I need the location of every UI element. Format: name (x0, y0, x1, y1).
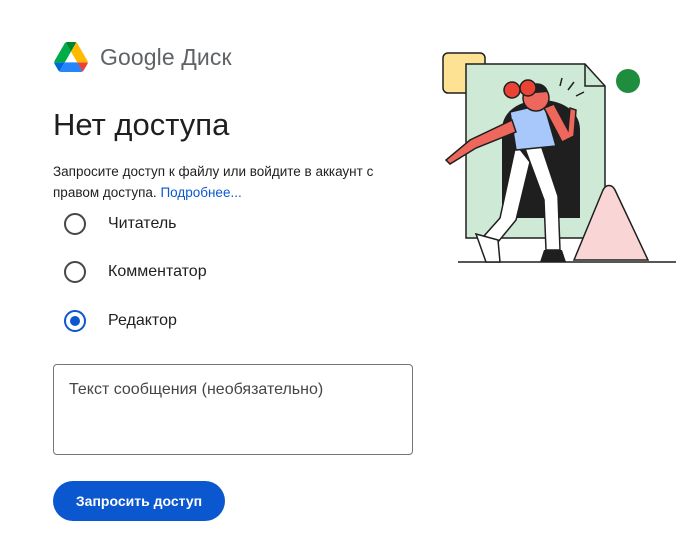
role-label-reader[interactable]: Читатель (108, 215, 176, 233)
role-label-editor[interactable]: Редактор (108, 312, 177, 330)
role-option-reader[interactable]: Читатель (64, 211, 176, 237)
person-walking-through-document-illustration (442, 52, 676, 263)
radio-commenter[interactable] (64, 261, 86, 283)
learn-more-link[interactable]: Подробнее... (160, 185, 241, 200)
description: Запросите доступ к файлу или войдите в а… (53, 161, 398, 203)
role-label-commenter[interactable]: Комментатор (108, 263, 207, 281)
brand-header: Google Диск (54, 40, 232, 74)
brand-name: Google Диск (100, 43, 232, 70)
radio-reader[interactable] (64, 213, 86, 235)
google-drive-icon (54, 42, 88, 72)
role-option-editor[interactable]: Редактор (64, 308, 177, 334)
role-option-commenter[interactable]: Комментатор (64, 259, 207, 285)
radio-editor[interactable] (64, 310, 86, 332)
page-title: Нет доступа (53, 107, 230, 142)
message-field[interactable] (53, 364, 413, 455)
request-access-button[interactable]: Запросить доступ (53, 481, 225, 521)
